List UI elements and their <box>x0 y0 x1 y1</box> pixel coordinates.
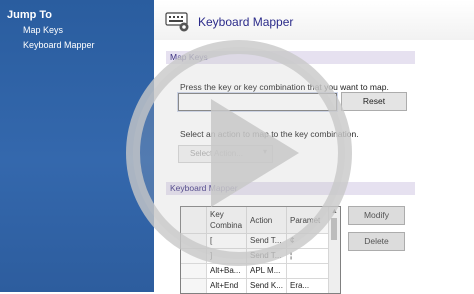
sidebar-title: Jump To <box>7 9 53 21</box>
modify-button[interactable]: Modify <box>348 206 405 225</box>
sidebar-link-map-keys[interactable]: Map Keys <box>23 25 63 35</box>
sidebar-link-keyboard-mapper[interactable]: Keyboard Mapper <box>23 40 95 50</box>
play-icon[interactable] <box>123 37 355 269</box>
page-header: Keyboard Mapper <box>154 0 474 40</box>
keyboard-gear-icon <box>165 12 189 32</box>
page-title: Keyboard Mapper <box>198 15 294 29</box>
delete-button[interactable]: Delete <box>348 232 405 251</box>
